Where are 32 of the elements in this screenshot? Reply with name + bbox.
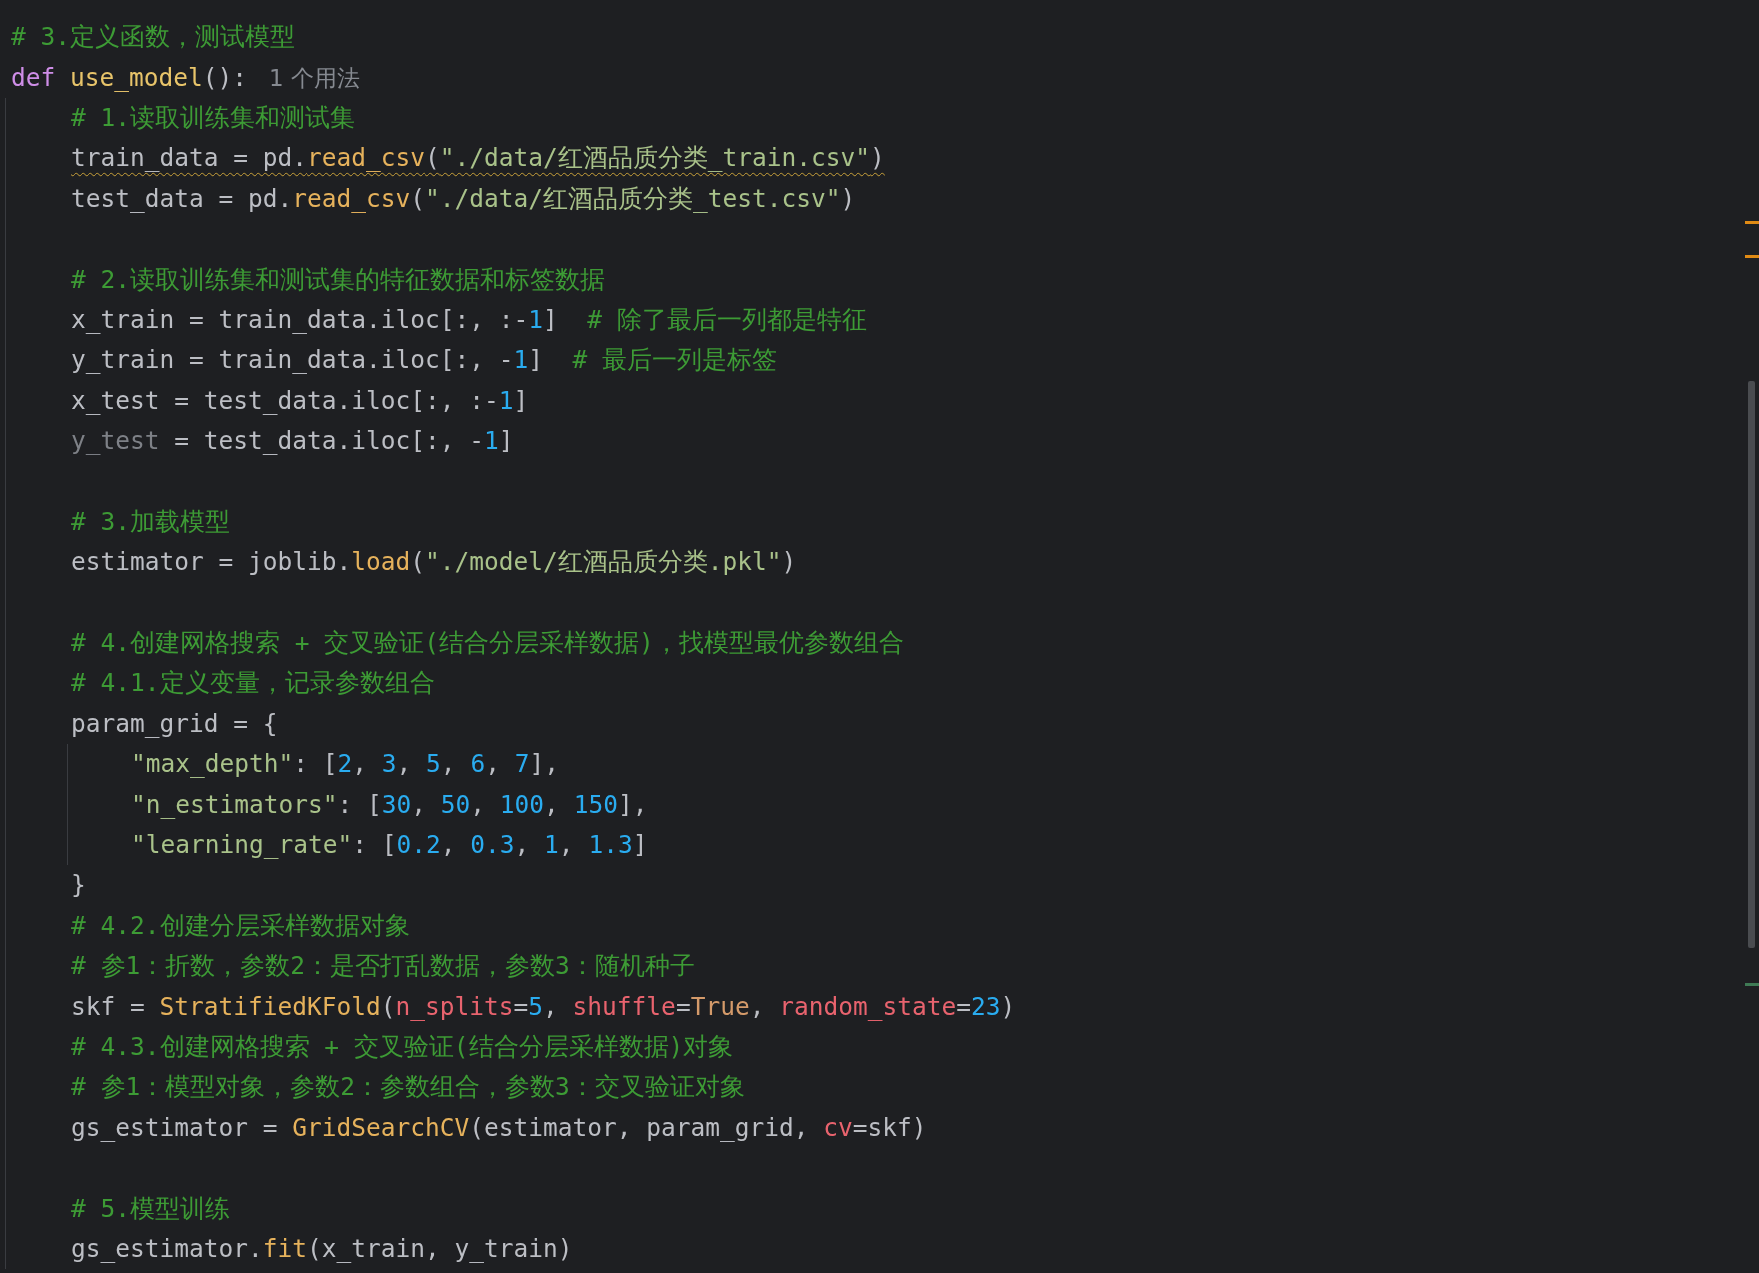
code-line: gs_estimator = GridSearchCV(estimator, param_grid, cv=skf) [71,1112,927,1143]
code-line: train_data = pd.read_csv("./data/红酒品质分类_train.csv") [71,143,885,174]
code-comment: # 2.读取训练集和测试集的特征数据和标签数据 [71,264,605,295]
code-comment: # 5.模型训练 [71,1193,230,1224]
scrollbar-thumb[interactable] [1748,381,1755,948]
error-stripe-mark[interactable] [1745,255,1759,258]
code-line: test_data = pd.read_csv("./data/红酒品质分类_test.csv") [71,183,856,214]
code-comment: # 3.加载模型 [71,506,230,537]
code-comment: # 4.2.创建分层采样数据对象 [71,910,410,941]
usage-hint[interactable]: 1 个用法 [269,62,360,93]
code-line: "n_estimators": [30, 50, 100, 150], [131,789,648,820]
code-line: y_train = train_data.iloc[:, -1] # 最后一列是标签 [71,345,778,376]
code-line: skf = StratifiedKFold(n_splits=5, shuffle=True, random_state=23) [71,991,1016,1022]
code-line: } [71,870,86,901]
code-comment: # 4.3.创建网格搜索 + 交叉验证(结合分层采样数据)对象 [71,1031,734,1062]
code-comment: # 1.读取训练集和测试集 [71,102,355,133]
code-comment: # 4.创建网格搜索 + 交叉验证(结合分层采样数据)，找模型最优参数组合 [71,628,904,659]
code-comment: # 3.定义函数，测试模型 [11,22,295,53]
code-comment: # 参1：模型对象，参数2：参数组合，参数3：交叉验证对象 [71,1072,745,1103]
code-line: def use_model(): [11,62,248,93]
code-line: "learning_rate": [0.2, 0.3, 1, 1.3] [131,830,648,860]
change-stripe-mark[interactable] [1745,983,1759,986]
code-line: x_train = train_data.iloc[:, :-1] # 除了最后一列都是特征 [71,304,867,335]
code-comment: # 参1：折数，参数2：是否打乱数据，参数3：随机种子 [71,951,695,982]
code-line: param_grid = { [71,708,278,739]
code-line: estimator = joblib.load("./model/红酒品质分类.pkl") [71,547,797,578]
error-stripe-mark[interactable] [1745,221,1759,224]
code-line: gs_estimator.fit(x_train, y_train) [71,1233,573,1264]
code-line: x_test = test_data.iloc[:, :-1] [71,385,529,416]
code-line: y_test = test_data.iloc[:, -1] [71,426,514,457]
code-line: "max_depth": [2, 3, 5, 6, 7], [131,749,559,780]
code-comment: # 4.1.定义变量，记录参数组合 [71,668,435,699]
